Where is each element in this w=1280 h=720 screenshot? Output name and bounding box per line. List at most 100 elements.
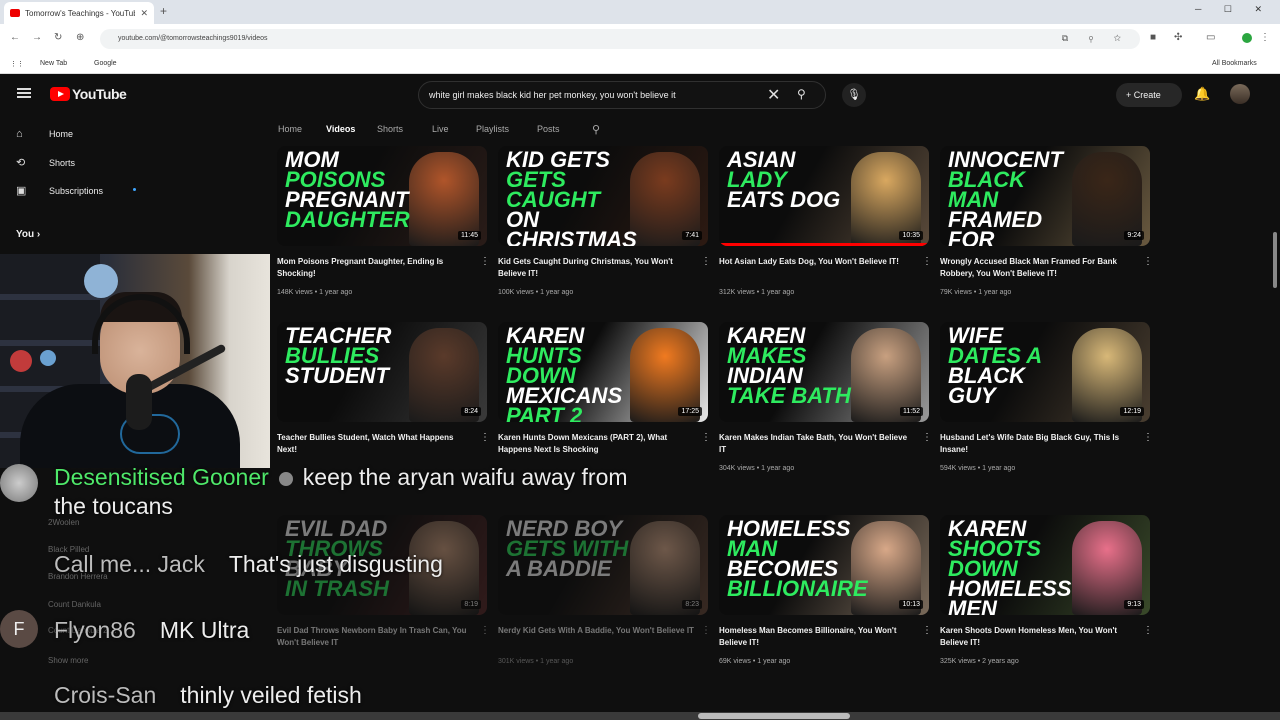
video-thumbnail[interactable]: KID GETS GETS CAUGHT ON CHRISTMAS 7:41 — [498, 146, 708, 246]
chat-message-3: Flyon86 MK Ultra — [54, 617, 249, 644]
search-input[interactable]: white girl makes black kid her pet monke… — [429, 90, 676, 100]
video-title[interactable]: Teacher Bullies Student, Watch What Happ… — [277, 432, 473, 456]
video-title[interactable]: Karen Makes Indian Take Bath, You Won't … — [719, 432, 915, 456]
video-title[interactable]: Nerdy Kid Gets With A Baddie, You Won't … — [498, 625, 694, 637]
puzzle-icon[interactable]: ✣ — [1174, 32, 1182, 43]
omnibox-icons[interactable]: ⧉ ⚲ ☆ — [1062, 33, 1130, 44]
video-thumbnail[interactable]: ASIAN LADY EATS DOG 10:35 — [719, 146, 929, 246]
thumbnail-text: MOM POISONS PREGNANT DAUGHTER — [285, 149, 415, 232]
extension-icon[interactable]: ⊕ — [76, 32, 84, 43]
notifications-bell-icon[interactable]: 🔔 — [1194, 86, 1210, 102]
youtube-logo[interactable]: YouTube — [50, 86, 127, 102]
voice-search-mic-icon[interactable]: 🎙 — [842, 83, 866, 107]
video-title[interactable]: Karen Shoots Down Homeless Men, You Won'… — [940, 625, 1136, 649]
video-thumbnail[interactable]: KAREN SHOOTS DOWN HOMELESS MEN 9:13 — [940, 515, 1150, 615]
tab-shorts[interactable]: Shorts — [377, 124, 403, 134]
video-options-icon[interactable]: ⋮ — [922, 625, 932, 636]
chat-avatar — [0, 464, 38, 502]
thumbnail-text: WIFE DATES A BLACK GUY — [948, 325, 1078, 407]
thumbnail-text-line: IN TRASH — [285, 576, 389, 601]
sidebar-item-subscriptions[interactable]: ▣ Subscriptions — [16, 184, 103, 197]
browser-toolbar: ← → ↻ ⊕ youtube.com/@tomorrowsteachings9… — [0, 24, 1280, 54]
video-options-icon[interactable]: ⋮ — [480, 432, 490, 443]
video-options-icon[interactable]: ⋮ — [480, 256, 490, 267]
tab-live[interactable]: Live — [432, 124, 449, 134]
search-box[interactable]: white girl makes black kid her pet monke… — [418, 81, 826, 109]
video-options-icon[interactable]: ⋮ — [922, 256, 932, 267]
channel-search-icon[interactable]: ⚲ — [592, 123, 600, 136]
forward-icon[interactable]: → — [32, 32, 42, 43]
hamburger-menu-icon[interactable] — [17, 88, 31, 98]
clear-search-icon[interactable]: ✕ — [767, 85, 780, 105]
sidebar-item-shorts[interactable]: ⟲ Shorts — [16, 156, 75, 169]
video-options-icon[interactable]: ⋮ — [1143, 432, 1153, 443]
back-icon[interactable]: ← — [10, 32, 20, 43]
video-thumbnail[interactable]: HOMELESS MAN BECOMES BILLIONAIRE 10:13 — [719, 515, 929, 615]
sidebar-you[interactable]: You › — [16, 229, 40, 240]
account-avatar[interactable] — [1230, 84, 1250, 104]
video-title[interactable]: Mom Poisons Pregnant Daughter, Ending Is… — [277, 256, 473, 280]
bookmark-all[interactable]: All Bookmarks — [1212, 60, 1257, 67]
video-title[interactable]: Kid Gets Caught During Christmas, You Wo… — [498, 256, 694, 280]
create-button[interactable]: + Create — [1116, 83, 1182, 107]
thumbnail-text: KAREN SHOOTS DOWN HOMELESS MEN — [948, 518, 1078, 616]
figurine — [40, 350, 56, 366]
sidebar-item-home[interactable]: ⌂ Home — [16, 128, 73, 140]
apps-icon[interactable]: ⋮⋮ — [10, 60, 24, 68]
video-options-icon[interactable]: ⋮ — [480, 625, 490, 636]
video-duration: 10:35 — [899, 231, 923, 240]
tab-videos[interactable]: Videos — [326, 124, 355, 134]
tab-playlists[interactable]: Playlists — [476, 124, 509, 134]
search-icon[interactable]: ⚲ — [797, 87, 806, 101]
video-title[interactable]: Evil Dad Throws Newborn Baby In Trash Ca… — [277, 625, 473, 649]
video-thumbnail[interactable]: NERD BOY GETS WITH A BADDIE 8:23 — [498, 515, 708, 615]
profile-avatar[interactable] — [1242, 33, 1252, 43]
video-thumbnail[interactable]: WIFE DATES A BLACK GUY 12:19 — [940, 322, 1150, 422]
video-thumbnail[interactable]: KAREN HUNTS DOWN MEXICANS PART 2 17:25 — [498, 322, 708, 422]
scrollbar-thumb[interactable] — [698, 713, 850, 719]
sidepanel-icon[interactable]: ▭ — [1206, 32, 1215, 43]
extension-red-icon[interactable]: ■ — [1150, 32, 1156, 43]
video-thumbnail[interactable]: INNOCENTBLACK MANFRAMED FORBANK ROBBERY 9… — [940, 146, 1150, 246]
video-title[interactable]: Homeless Man Becomes Billionaire, You Wo… — [719, 625, 915, 649]
video-thumbnail[interactable]: KAREN MAKES INDIAN TAKE BATH 11:52 — [719, 322, 929, 422]
thumbnail-text-line: DAUGHTER — [285, 207, 410, 232]
video-options-icon[interactable]: ⋮ — [701, 432, 711, 443]
video-options-icon[interactable]: ⋮ — [1143, 625, 1153, 636]
page-scrollbar[interactable] — [1273, 232, 1277, 288]
video-thumbnail[interactable]: MOM POISONS PREGNANT DAUGHTER 11:45 — [277, 146, 487, 246]
horizontal-scrollbar[interactable] — [0, 712, 1280, 720]
video-title[interactable]: Husband Let's Wife Date Big Black Guy, T… — [940, 432, 1136, 456]
video-meta: 325K views • 2 years ago — [940, 658, 1019, 665]
video-options-icon[interactable]: ⋮ — [701, 625, 711, 636]
reload-icon[interactable]: ↻ — [54, 32, 62, 43]
menu-dots-icon[interactable]: ⋮ — [1260, 32, 1270, 43]
logo-text: YouTube — [72, 86, 127, 102]
bookmark-newtab[interactable]: New Tab — [40, 60, 67, 67]
badge-icon — [278, 471, 293, 486]
chat-avatar: F — [0, 610, 38, 648]
new-content-dot — [133, 188, 136, 191]
youtube-favicon-icon — [10, 9, 20, 17]
chat-text: the toucans — [54, 493, 173, 519]
browser-tab[interactable]: Tomorrow's Teachings - YouTube ✕ — [4, 2, 154, 24]
tab-posts[interactable]: Posts — [537, 124, 560, 134]
close-tab-icon[interactable]: ✕ — [140, 8, 148, 19]
video-title[interactable]: Wrongly Accused Black Man Framed For Ban… — [940, 256, 1136, 280]
video-options-icon[interactable]: ⋮ — [1143, 256, 1153, 267]
tab-home[interactable]: Home — [278, 124, 302, 134]
thumbnail-text-line: FRAMED FOR — [948, 207, 1043, 247]
video-thumbnail[interactable]: TEACHER BULLIES STUDENT 8:24 — [277, 322, 487, 422]
video-options-icon[interactable]: ⋮ — [701, 256, 711, 267]
video-title[interactable]: Karen Hunts Down Mexicans (PART 2), What… — [498, 432, 694, 456]
new-tab-icon[interactable]: + — [160, 4, 167, 18]
shorts-icon: ⟲ — [16, 157, 26, 169]
address-bar[interactable]: youtube.com/@tomorrowsteachings9019/vide… — [100, 29, 1140, 49]
chat-username: Flyon86 — [54, 617, 136, 643]
bookmarks-bar: ⋮⋮ New Tab Google All Bookmarks — [0, 54, 1280, 74]
bookmark-google[interactable]: Google — [94, 60, 117, 67]
video-options-icon[interactable]: ⋮ — [922, 432, 932, 443]
window-controls[interactable]: ─ ☐ ✕ — [1195, 4, 1272, 15]
video-title[interactable]: Hot Asian Lady Eats Dog, You Won't Belie… — [719, 256, 915, 268]
faded-sidebar-item: Count Dankula — [48, 600, 101, 609]
